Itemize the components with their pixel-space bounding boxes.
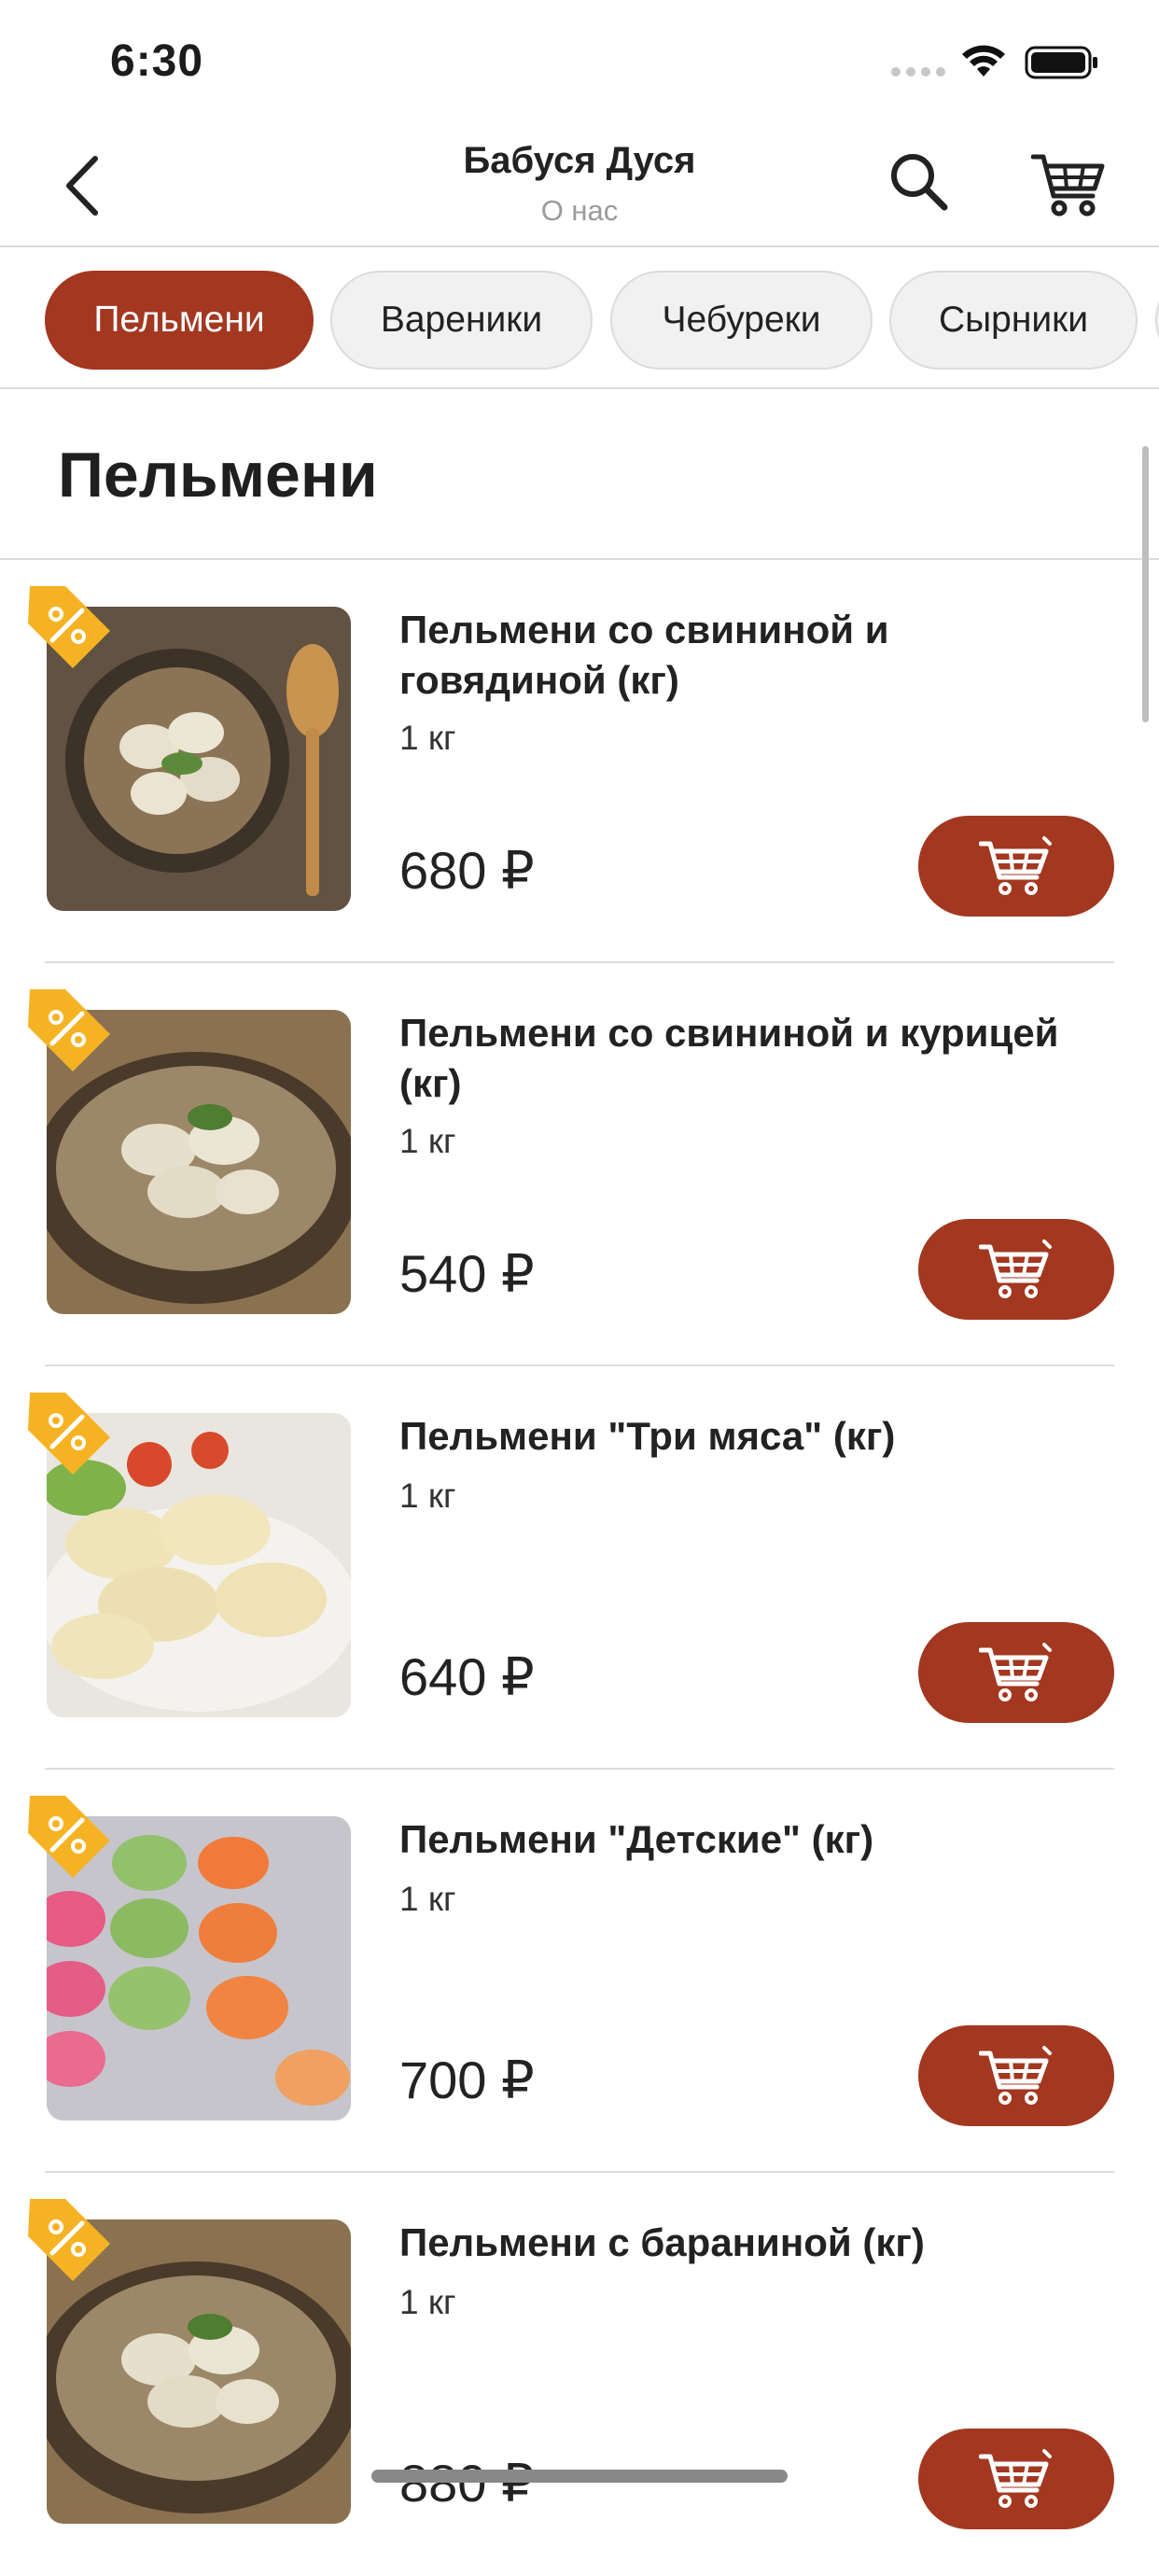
cellular-signal-icon <box>891 67 945 78</box>
discount-tag-icon <box>28 1393 110 1475</box>
category-tabs: Пельмени Вареники Чебуреки Сырники <box>0 249 1159 389</box>
discount-tag-icon <box>28 2199 110 2281</box>
status-time: 6:30 <box>110 36 204 86</box>
product-card[interactable]: Пельмени со свининой и говядиной (кг) 1 … <box>0 560 1159 963</box>
search-icon[interactable] <box>887 149 952 215</box>
add-to-cart-icon <box>979 836 1052 895</box>
product-card[interactable]: Пельмени с бараниной (кг) 1 кг 880 ₽ <box>0 2173 1159 2576</box>
product-weight: 1 кг <box>399 1880 456 1918</box>
add-to-cart-icon <box>979 2046 1052 2105</box>
product-card[interactable]: Пельмени "Детские" (кг) 1 кг 700 ₽ <box>0 1770 1159 2173</box>
restaurant-title: Бабуся Дуся <box>463 140 696 181</box>
wifi-icon <box>962 45 1005 77</box>
product-weight: 1 кг <box>399 719 456 757</box>
add-to-cart-icon <box>979 2449 1052 2508</box>
product-title: Пельмени с бараниной (кг) <box>399 2220 925 2264</box>
product-title: Пельмени со свининой и говядиной (кг) <box>399 608 889 702</box>
add-to-cart-button[interactable] <box>918 2025 1114 2126</box>
home-indicator[interactable] <box>371 2470 788 2483</box>
product-card[interactable]: Пельмени со свининой и курицей (кг) 1 кг… <box>0 963 1159 1366</box>
add-to-cart-button[interactable] <box>918 1622 1114 1723</box>
discount-tag-icon <box>28 586 110 668</box>
tab-syrniki[interactable]: Сырники <box>889 271 1138 370</box>
status-bar: 6:30 <box>0 0 1159 121</box>
product-price: 700 ₽ <box>399 2051 535 2109</box>
tab-next[interactable] <box>1155 271 1159 370</box>
product-weight: 1 кг <box>399 1122 456 1160</box>
about-us-link[interactable]: О нас <box>0 194 1159 228</box>
discount-tag-icon <box>28 1796 110 1878</box>
add-to-cart-button[interactable] <box>918 1219 1114 1320</box>
tab-vareniki[interactable]: Вареники <box>330 271 593 370</box>
section-title: Пельмени <box>58 440 378 511</box>
tab-chebureki[interactable]: Чебуреки <box>610 271 873 370</box>
add-to-cart-button[interactable] <box>918 2429 1114 2529</box>
product-title: Пельмени "Детские" (кг) <box>399 1817 874 1861</box>
product-title: Пельмени "Три мяса" (кг) <box>399 1414 896 1458</box>
product-price: 540 ₽ <box>399 1244 535 1303</box>
battery-icon <box>1025 46 1097 79</box>
product-price: 680 ₽ <box>399 841 535 900</box>
add-to-cart-button[interactable] <box>918 816 1114 917</box>
add-to-cart-icon <box>979 1643 1052 1701</box>
product-price: 640 ₽ <box>399 1647 535 1706</box>
cart-icon[interactable] <box>1031 147 1106 218</box>
product-card[interactable]: Пельмени "Три мяса" (кг) 1 кг 640 ₽ <box>0 1366 1159 1770</box>
navigation-bar: Бабуся Дуся О нас <box>0 121 1159 247</box>
product-price: 880 ₽ <box>399 2454 535 2513</box>
product-weight: 1 кг <box>399 1477 456 1515</box>
discount-tag-icon <box>28 989 110 1071</box>
add-to-cart-icon <box>979 1239 1052 1298</box>
product-weight: 1 кг <box>399 2283 456 2321</box>
tab-pelmeni[interactable]: Пельмени <box>45 271 314 370</box>
product-title: Пельмени со свининой и курицей (кг) <box>399 1011 1059 1105</box>
